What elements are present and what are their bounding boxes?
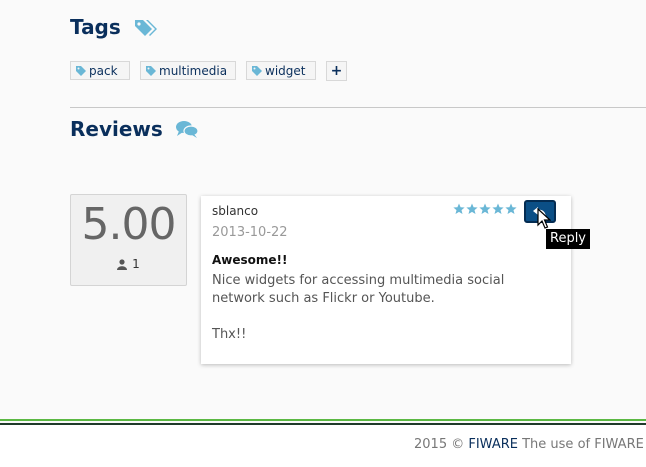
reviews-title: Reviews xyxy=(70,117,163,141)
review-body-signoff: Thx!! xyxy=(212,327,247,342)
footer-green-rule xyxy=(0,419,646,421)
tag-widget[interactable]: widget xyxy=(246,61,316,80)
review-body-text: Nice widgets for accessing multimedia so… xyxy=(212,273,505,306)
star-icon xyxy=(492,203,504,214)
footer-copyright: 2015 © xyxy=(414,437,465,452)
section-divider xyxy=(70,107,646,108)
review-title: Awesome!! xyxy=(212,253,288,267)
tags-title: Tags xyxy=(70,15,121,39)
footer-notice: The use of FIWARE xyxy=(522,437,644,452)
user-icon xyxy=(117,258,128,270)
mouse-pointer-icon xyxy=(537,208,551,229)
star-icon xyxy=(466,203,478,214)
review-date: 2013-10-22 xyxy=(212,225,288,240)
comments-icon xyxy=(175,119,199,139)
average-rating-box: 5.00 1 xyxy=(70,194,187,286)
star-icon xyxy=(505,203,517,214)
review-card: sblanco 2013-10-22 Awesome!! Nice widget… xyxy=(201,196,571,364)
tags-heading: Tags xyxy=(70,15,157,39)
tag-label: pack xyxy=(89,63,118,78)
tag-multimedia[interactable]: multimedia xyxy=(140,61,236,80)
add-tag-button[interactable]: + xyxy=(326,61,347,81)
footer-brand-link[interactable]: FIWARE xyxy=(468,437,518,452)
review-stars xyxy=(453,203,518,215)
review-author[interactable]: sblanco xyxy=(212,204,258,218)
star-icon xyxy=(479,203,491,214)
rating-count-value: 1 xyxy=(132,257,140,271)
tag-pack[interactable]: pack xyxy=(70,61,130,80)
rating-count: 1 xyxy=(71,257,186,271)
tag-icon xyxy=(146,65,156,76)
reviews-heading: Reviews xyxy=(70,117,199,141)
review-body: Nice widgets for accessing multimedia so… xyxy=(212,272,552,344)
tag-list: pack multimedia widget + xyxy=(70,61,347,81)
reply-tooltip: Reply xyxy=(546,229,591,249)
footer-text: 2015 © FIWARE The use of FIWARE xyxy=(414,437,644,452)
tag-icon xyxy=(252,65,262,76)
average-rating-value: 5.00 xyxy=(81,199,177,250)
tag-label: multimedia xyxy=(159,63,228,78)
star-icon xyxy=(453,203,465,214)
tag-icon xyxy=(76,65,86,76)
plus-icon: + xyxy=(330,63,343,79)
tags-icon xyxy=(133,17,157,37)
tag-label: widget xyxy=(265,63,306,78)
